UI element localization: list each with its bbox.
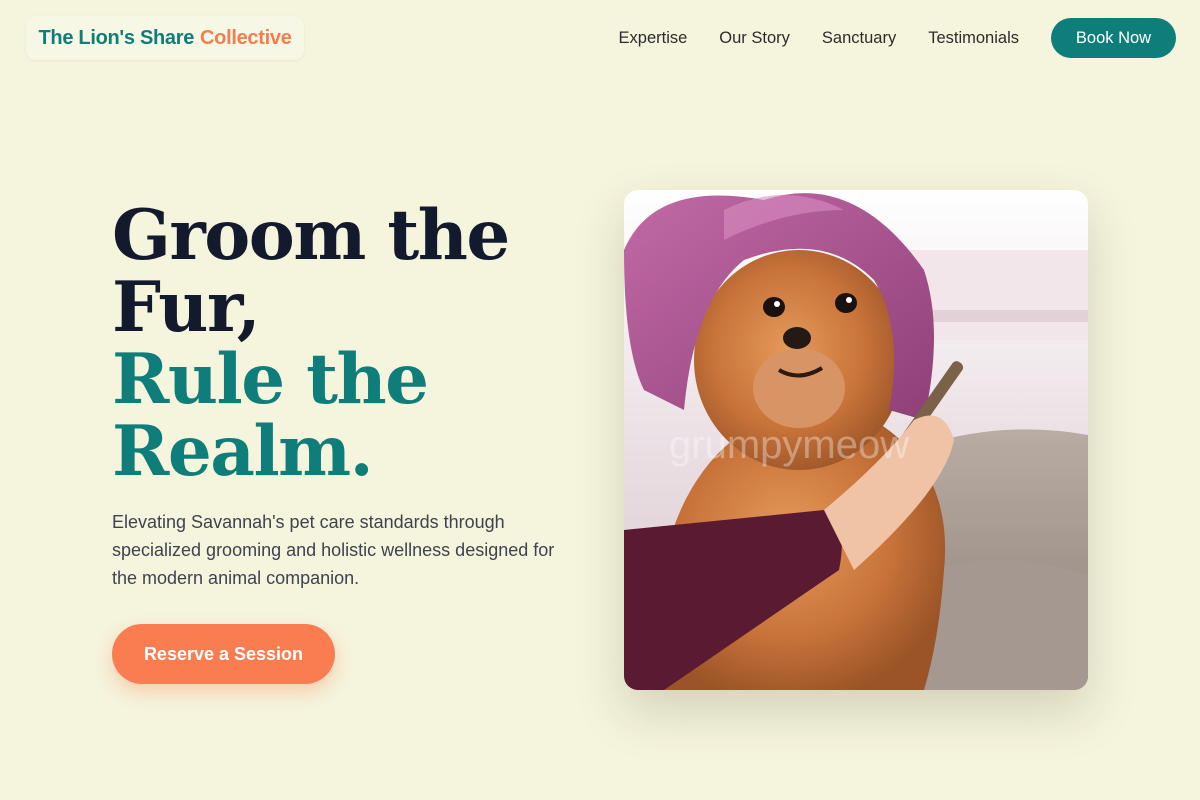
headline-line-2: Fur, <box>112 267 261 348</box>
reserve-session-button[interactable]: Reserve a Session <box>112 624 335 684</box>
landing-page: The Lion's Share Collective Expertise Ou… <box>0 0 1200 800</box>
hero-headline: Groom the Fur, Rule the Realm. <box>112 200 582 488</box>
dog-grooming-photo-icon: grumpymeow <box>624 190 1088 690</box>
hero-image: grumpymeow <box>624 190 1088 690</box>
brand-name-primary: The Lion's Share <box>38 26 195 49</box>
nav-link-sanctuary[interactable]: Sanctuary <box>822 29 896 48</box>
headline-line-3: Rule the <box>112 339 429 420</box>
headline-line-4: Realm. <box>112 411 374 492</box>
hero-description: Elevating Savannah's pet care standards … <box>112 512 555 588</box>
image-watermark: grumpymeow <box>669 423 909 467</box>
nav-link-testimonials[interactable]: Testimonials <box>928 29 1019 48</box>
book-now-button[interactable]: Book Now <box>1051 18 1176 58</box>
nav-link-expertise[interactable]: Expertise <box>619 29 688 48</box>
brand-name-accent: Collective <box>200 26 292 49</box>
nav-link-our-story[interactable]: Our Story <box>719 29 790 48</box>
headline-line-1: Groom the <box>112 195 510 276</box>
brand-logo[interactable]: The Lion's Share Collective <box>26 16 304 60</box>
main-nav: Expertise Our Story Sanctuary Testimonia… <box>619 18 1176 58</box>
